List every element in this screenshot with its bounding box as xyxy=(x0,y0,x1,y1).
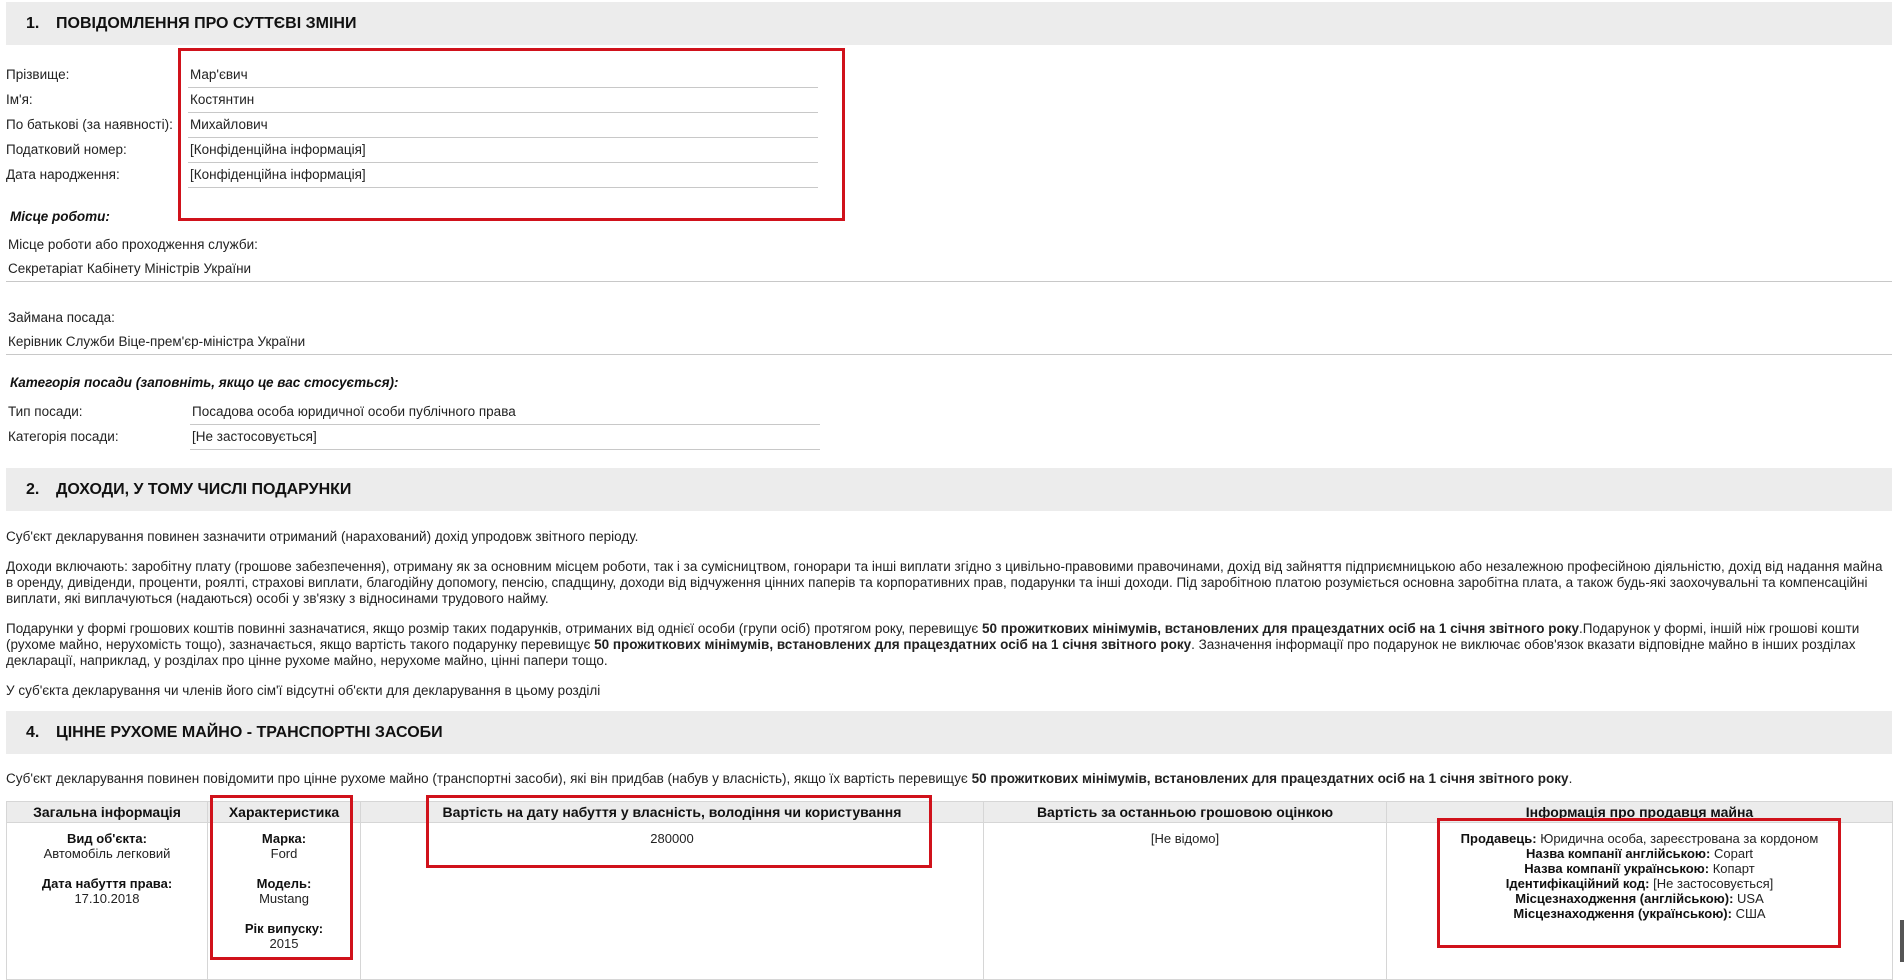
vehicles-intro-text: Суб'єкт декларування повинен повідомити … xyxy=(6,771,972,786)
col-header-general: Загальна інформація xyxy=(6,801,208,823)
section-4-header: 4. ЦІННЕ РУХОМЕ МАЙНО - ТРАНСПОРТНІ ЗАСОБ… xyxy=(6,711,1892,754)
highlight-box-characteristic xyxy=(210,795,353,960)
section-title: ПОВІДОМЛЕННЯ ПРО СУТТЄВІ ЗМІНИ xyxy=(56,15,357,32)
position-type-label: Тип посади: xyxy=(8,404,83,419)
patronymic-label: По батькові (за наявності): xyxy=(6,117,173,132)
workplace-label: Місце роботи або проходження служби: xyxy=(8,237,258,252)
workplace-value: Секретаріат Кабінету Міністрів України xyxy=(8,261,252,276)
gifts-paragraph: Подарунки у формі грошових коштів повинн… xyxy=(6,621,1886,669)
position-type-value: Посадова особа юридичної особи публічног… xyxy=(192,404,516,419)
field-underline xyxy=(190,424,820,425)
highlight-box-seller xyxy=(1437,818,1841,948)
highlight-box-cost xyxy=(426,795,932,868)
cell-last-valuation: [Не відомо] xyxy=(983,822,1387,980)
position-category-label: Категорія посади: xyxy=(8,429,119,444)
highlight-box-personal xyxy=(178,48,845,221)
section-title: ЦІННЕ РУХОМЕ МАЙНО - ТРАНСПОРТНІ ЗАСОБИ xyxy=(56,724,443,741)
no-objects-note: У суб'єкта декларування чи членів його с… xyxy=(6,683,601,698)
field-underline xyxy=(190,449,820,450)
acquisition-date-value: 17.10.2018 xyxy=(74,891,140,906)
section-number: 4. xyxy=(26,724,40,741)
income-intro: Суб'єкт декларування повинен зазначити о… xyxy=(6,529,639,544)
last-valuation-value: [Не відомо] xyxy=(1150,831,1220,846)
cell-general: Вид об'єкта: Автомобіль легковий Дата на… xyxy=(6,822,208,980)
first-name-label: Ім'я: xyxy=(6,92,33,107)
section-title: ДОХОДИ, У ТОМУ ЧИСЛІ ПОДАРУНКИ xyxy=(56,481,352,498)
tax-number-label: Податковий номер: xyxy=(6,142,127,157)
position-category-value: [Не застосовується] xyxy=(192,429,317,444)
section-2-header: 2. ДОХОДИ, У ТОМУ ЧИСЛІ ПОДАРУНКИ xyxy=(6,468,1892,511)
field-underline xyxy=(6,354,1892,355)
position-value: Керівник Служби Віце-прем'єр-міністра Ук… xyxy=(8,334,306,349)
col-header-last-valuation: Вартість за останньою грошовою оцінкою xyxy=(983,801,1387,823)
workplace-heading: Місце роботи: xyxy=(10,209,110,224)
acquisition-date-label: Дата набуття права: xyxy=(41,876,173,891)
vehicles-intro: Суб'єкт декларування повинен повідомити … xyxy=(6,771,1886,787)
scrollbar-thumb[interactable] xyxy=(1900,920,1904,962)
object-type-value: Автомобіль легковий xyxy=(43,846,171,861)
section-number: 1. xyxy=(26,15,40,32)
object-type-label: Вид об'єкта: xyxy=(67,831,147,846)
field-underline xyxy=(6,281,1892,282)
category-heading: Категорія посади (заповніть, якщо це вас… xyxy=(10,375,399,390)
gifts-text-1: Подарунки у формі грошових коштів повинн… xyxy=(6,621,983,636)
section-1-header: 1. ПОВІДОМЛЕННЯ ПРО СУТТЄВІ ЗМІНИ xyxy=(6,2,1892,45)
income-definition: Доходи включають: заробітну плату (грошо… xyxy=(6,559,1883,606)
birth-date-label: Дата народження: xyxy=(6,167,120,182)
section-number: 2. xyxy=(26,481,40,498)
surname-label: Прізвище: xyxy=(6,67,70,82)
vehicles-threshold: 50 прожиткових мінімумів, встановлених д… xyxy=(971,771,1569,786)
position-label: Займана посада: xyxy=(8,310,115,325)
gifts-threshold-1: 50 прожиткових мінімумів, встановлених д… xyxy=(982,621,1580,636)
vehicles-intro-end: . xyxy=(1568,771,1573,786)
gifts-threshold-2: 50 прожиткових мінімумів, встановлених д… xyxy=(594,637,1192,652)
